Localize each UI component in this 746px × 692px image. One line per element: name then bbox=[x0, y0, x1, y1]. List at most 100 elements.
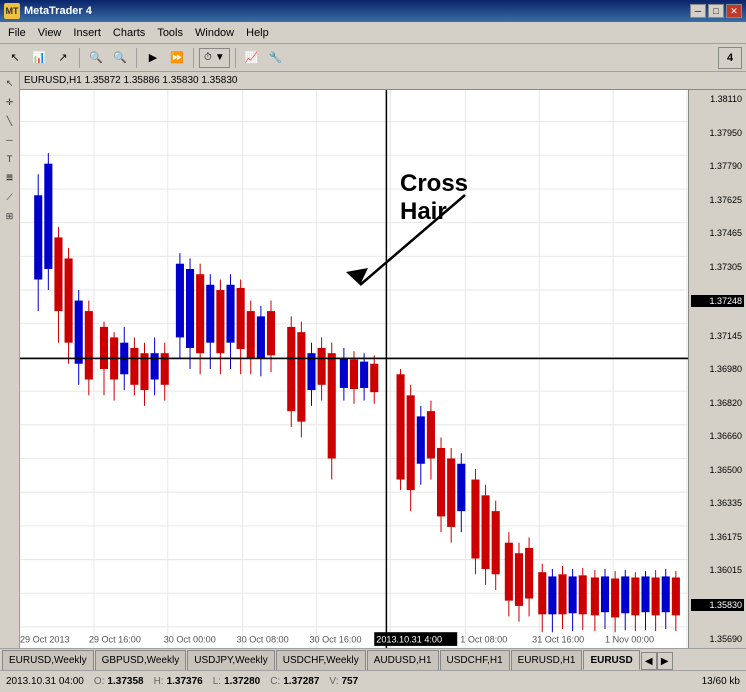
tab-usdjpy-weekly[interactable]: USDJPY,Weekly bbox=[187, 650, 275, 670]
status-size: 13/60 kb bbox=[702, 676, 740, 687]
menu-window[interactable]: Window bbox=[189, 25, 240, 41]
title-bar-controls: ─ □ ✕ bbox=[690, 4, 742, 18]
minimize-button[interactable]: ─ bbox=[690, 4, 706, 18]
status-high-value: 1.37376 bbox=[167, 676, 203, 687]
title-bar: MT MetaTrader 4 ─ □ ✕ bbox=[0, 0, 746, 22]
left-tool-expand[interactable]: ⊞ bbox=[1, 207, 19, 225]
tab-eurusd-weekly[interactable]: EURUSD,Weekly bbox=[2, 650, 94, 670]
tab-eurusd-h1[interactable]: EURUSD,H1 bbox=[511, 650, 583, 670]
status-close: C: 1.37287 bbox=[270, 676, 319, 687]
svg-text:29 Oct 16:00: 29 Oct 16:00 bbox=[89, 635, 141, 645]
menu-help[interactable]: Help bbox=[240, 25, 275, 41]
status-close-value: 1.37287 bbox=[283, 676, 319, 687]
menu-file[interactable]: File bbox=[2, 25, 32, 41]
svg-text:30 Oct 00:00: 30 Oct 00:00 bbox=[164, 635, 216, 645]
status-bar: 2013.10.31 04:00 O: 1.37358 H: 1.37376 L… bbox=[0, 670, 746, 692]
toolbar-play-btn[interactable]: ▶ bbox=[142, 47, 164, 69]
price-label: 1.36660 bbox=[691, 431, 744, 441]
status-volume-label: V: bbox=[329, 676, 338, 687]
toolbar-zoom-in-btn[interactable]: 🔍 bbox=[85, 47, 107, 69]
title-bar-text: MetaTrader 4 bbox=[24, 5, 92, 17]
menu-bar: File View Insert Charts Tools Window Hel… bbox=[0, 22, 746, 44]
status-close-label: C: bbox=[270, 676, 280, 687]
status-volume: V: 757 bbox=[329, 676, 358, 687]
status-datetime: 2013.10.31 04:00 bbox=[6, 676, 84, 687]
status-open-value: 1.37358 bbox=[107, 676, 143, 687]
tab-eurusd-active[interactable]: EURUSD bbox=[583, 650, 639, 670]
tab-scroll-left[interactable]: ◀ bbox=[641, 652, 657, 670]
price-label: 1.36820 bbox=[691, 398, 744, 408]
price-label: 1.37625 bbox=[691, 195, 744, 205]
svg-text:29 Oct 2013: 29 Oct 2013 bbox=[20, 635, 70, 645]
menu-tools[interactable]: Tools bbox=[151, 25, 189, 41]
price-label: 1.35690 bbox=[691, 634, 744, 644]
svg-text:1 Nov 00:00: 1 Nov 00:00 bbox=[605, 635, 654, 645]
left-tool-fibonacci[interactable]: 𝄜 bbox=[1, 169, 19, 187]
toolbar: ↖ 📊 ↗ 🔍 🔍 ▶ ⏩ ⏱▼ 📈 🔧 4 bbox=[0, 44, 746, 72]
menu-charts[interactable]: Charts bbox=[107, 25, 151, 41]
menu-view[interactable]: View bbox=[32, 25, 68, 41]
chart-area[interactable]: 29 Oct 2013 29 Oct 16:00 30 Oct 00:00 30… bbox=[20, 90, 746, 648]
left-tool-crosshair[interactable]: ✛ bbox=[1, 93, 19, 111]
tab-usdchf-weekly[interactable]: USDCHF,Weekly bbox=[276, 650, 366, 670]
toolbar-timeframe-dropdown[interactable]: ⏱▼ bbox=[199, 48, 230, 68]
svg-text:30 Oct 16:00: 30 Oct 16:00 bbox=[309, 635, 361, 645]
toolbar-forward-btn[interactable]: ⏩ bbox=[166, 47, 188, 69]
price-label-current: 1.35830 bbox=[691, 599, 744, 611]
toolbar-sep-2 bbox=[136, 48, 137, 68]
corner-number: 4 bbox=[727, 52, 733, 64]
tab-scroll-right[interactable]: ▶ bbox=[657, 652, 673, 670]
left-tool-text[interactable]: T bbox=[1, 150, 19, 168]
app-icon: MT bbox=[4, 3, 20, 19]
status-datetime-value: 2013.10.31 04:00 bbox=[6, 676, 84, 687]
main-area: ↖ ✛ ╲ ─ T 𝄜 ⟋ ⊞ EURUSD,H1 1.35872 1.3588… bbox=[0, 72, 746, 648]
toolbar-chart-btn[interactable]: 📊 bbox=[28, 47, 50, 69]
left-tool-arrow[interactable]: ↖ bbox=[1, 74, 19, 92]
status-low-label: L: bbox=[213, 676, 221, 687]
svg-text:30 Oct 08:00: 30 Oct 08:00 bbox=[237, 635, 289, 645]
status-low: L: 1.37280 bbox=[213, 676, 261, 687]
left-tool-line[interactable]: ╲ bbox=[1, 112, 19, 130]
maximize-button[interactable]: □ bbox=[708, 4, 724, 18]
tab-audusd-h1[interactable]: AUDUSD,H1 bbox=[367, 650, 439, 670]
toolbar-cursor-btn[interactable]: ↗ bbox=[52, 47, 74, 69]
svg-text:1 Oct 08:00: 1 Oct 08:00 bbox=[460, 635, 507, 645]
toolbar-corner-btn[interactable]: 4 bbox=[718, 47, 742, 69]
price-label: 1.37465 bbox=[691, 228, 744, 238]
toolbar-sep-4 bbox=[235, 48, 236, 68]
chart-header: EURUSD,H1 1.35872 1.35886 1.35830 1.3583… bbox=[20, 72, 746, 90]
close-button[interactable]: ✕ bbox=[726, 4, 742, 18]
price-label: 1.36015 bbox=[691, 565, 744, 575]
toolbar-zoom-out-btn[interactable]: 🔍 bbox=[109, 47, 131, 69]
price-label: 1.37305 bbox=[691, 262, 744, 272]
status-high-label: H: bbox=[154, 676, 164, 687]
price-label: 1.38110 bbox=[691, 94, 744, 104]
price-label: 1.37950 bbox=[691, 128, 744, 138]
left-tool-channel[interactable]: ⟋ bbox=[1, 188, 19, 206]
price-label: 1.36175 bbox=[691, 532, 744, 542]
svg-text:31 Oct 16:00: 31 Oct 16:00 bbox=[532, 635, 584, 645]
tab-usdchf-h1[interactable]: USDCHF,H1 bbox=[440, 650, 510, 670]
status-volume-value: 757 bbox=[341, 676, 358, 687]
status-open: O: 1.37358 bbox=[94, 676, 144, 687]
chart-svg: 29 Oct 2013 29 Oct 16:00 30 Oct 00:00 30… bbox=[20, 90, 688, 648]
toolbar-chart-type-btn[interactable]: 📈 bbox=[241, 47, 263, 69]
chart-header-text: EURUSD,H1 1.35872 1.35886 1.35830 1.3583… bbox=[24, 75, 238, 86]
left-toolbar: ↖ ✛ ╲ ─ T 𝄜 ⟋ ⊞ bbox=[0, 72, 20, 648]
status-high: H: 1.37376 bbox=[154, 676, 203, 687]
svg-text:2013.10.31 4:00: 2013.10.31 4:00 bbox=[376, 635, 442, 645]
price-label: 1.37145 bbox=[691, 331, 744, 341]
toolbar-arrow-btn[interactable]: ↖ bbox=[4, 47, 26, 69]
price-label-highlighted: 1.37248 bbox=[691, 295, 744, 307]
status-size-value: 13/60 kb bbox=[702, 676, 740, 687]
price-label: 1.36335 bbox=[691, 498, 744, 508]
toolbar-indicator-btn[interactable]: 🔧 bbox=[265, 47, 287, 69]
toolbar-sep-3 bbox=[193, 48, 194, 68]
chart-container: EURUSD,H1 1.35872 1.35886 1.35830 1.3583… bbox=[20, 72, 746, 648]
menu-insert[interactable]: Insert bbox=[67, 25, 107, 41]
left-tool-hline[interactable]: ─ bbox=[1, 131, 19, 149]
toolbar-sep-1 bbox=[79, 48, 80, 68]
tab-gbpusd-weekly[interactable]: GBPUSD,Weekly bbox=[95, 650, 187, 670]
price-label: 1.37790 bbox=[691, 161, 744, 171]
price-axis: 1.38110 1.37950 1.37790 1.37625 1.37465 … bbox=[688, 90, 746, 648]
